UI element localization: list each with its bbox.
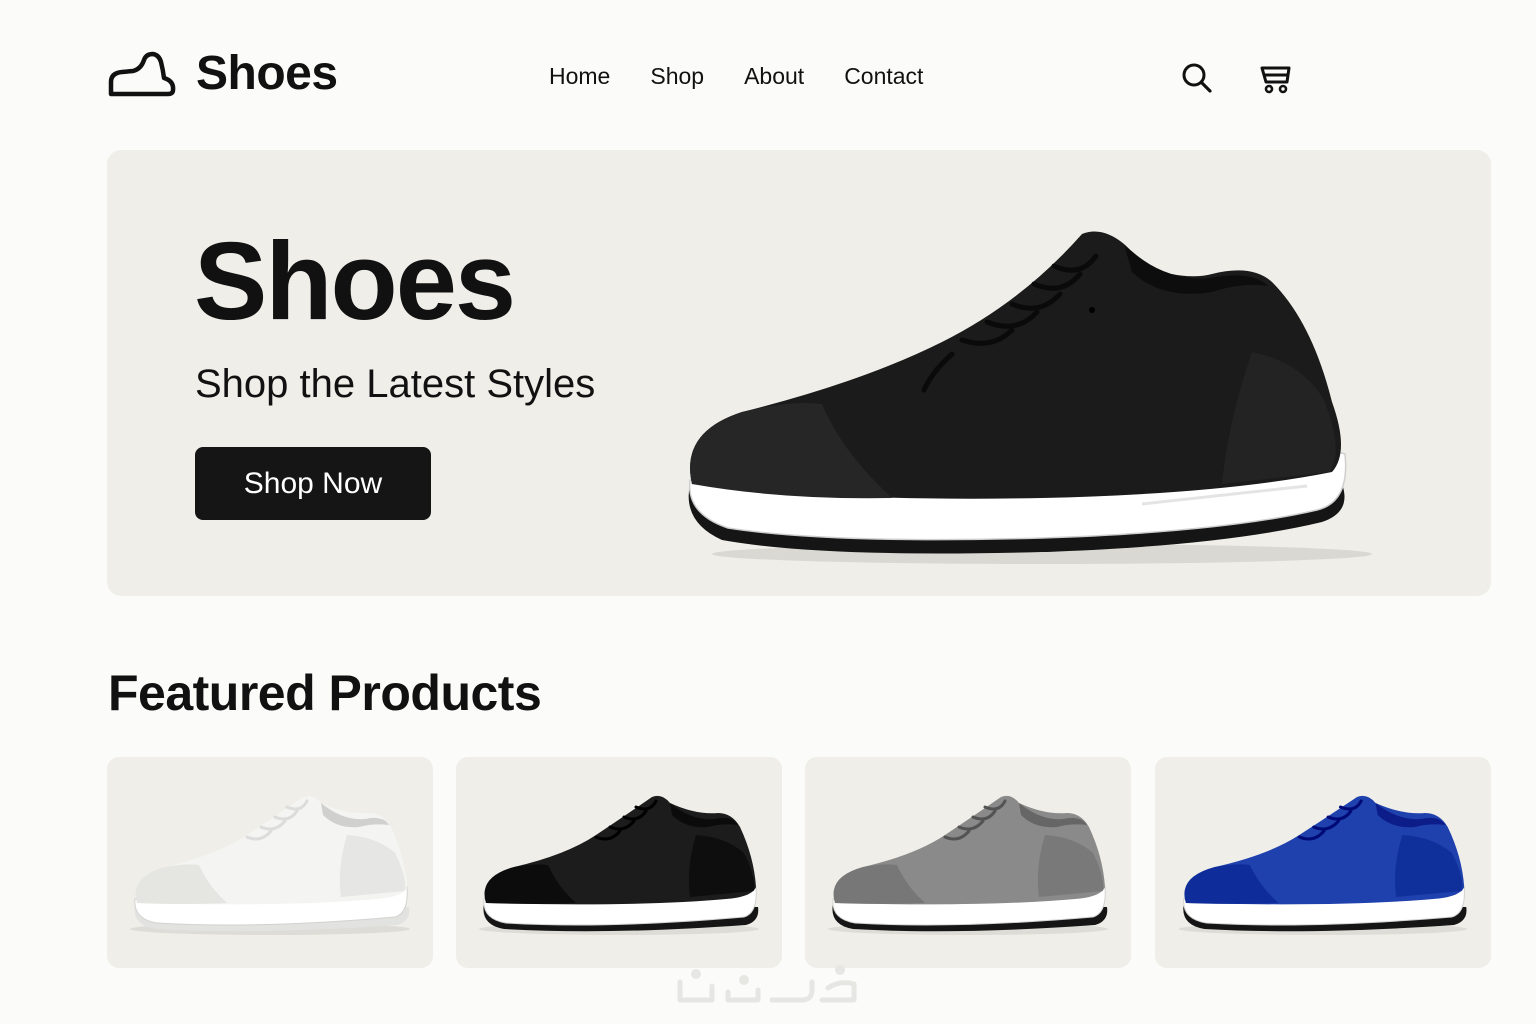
search-icon[interactable] [1180, 61, 1214, 95]
product-card-black[interactable] [456, 757, 782, 968]
nav-shop[interactable]: Shop [650, 60, 704, 92]
hero-title: Shoes [194, 220, 516, 343]
featured-title: Featured Products [108, 665, 542, 721]
hero-shoe-image [688, 231, 1372, 564]
blue-shoe-image [1178, 795, 1468, 935]
nav-home[interactable]: Home [549, 60, 610, 92]
product-card-blue[interactable] [1155, 757, 1491, 968]
nav-about[interactable]: About [744, 60, 804, 92]
product-card-gray[interactable] [805, 757, 1131, 968]
white-shoe-image [130, 795, 410, 935]
logo[interactable]: Shoes [106, 44, 338, 104]
hero-subtitle: Shop the Latest Styles [195, 362, 596, 406]
shop-now-button[interactable]: Shop Now [195, 447, 431, 520]
product-card-white[interactable] [107, 757, 433, 968]
shoe-icon [108, 51, 176, 97]
nav-contact[interactable]: Contact [844, 60, 923, 92]
black-shoe-image [479, 795, 759, 935]
main-nav: Home Shop About Contact [549, 60, 923, 92]
site-header: Shoes Home Shop About Contact [0, 0, 1536, 150]
gray-shoe-image [828, 795, 1108, 935]
cart-icon[interactable] [1258, 60, 1294, 96]
brand-name: Shoes [196, 47, 338, 100]
hero-banner: Shoes Shop the Latest Styles Shop Now [107, 150, 1491, 596]
watermark-logo [677, 965, 857, 1003]
